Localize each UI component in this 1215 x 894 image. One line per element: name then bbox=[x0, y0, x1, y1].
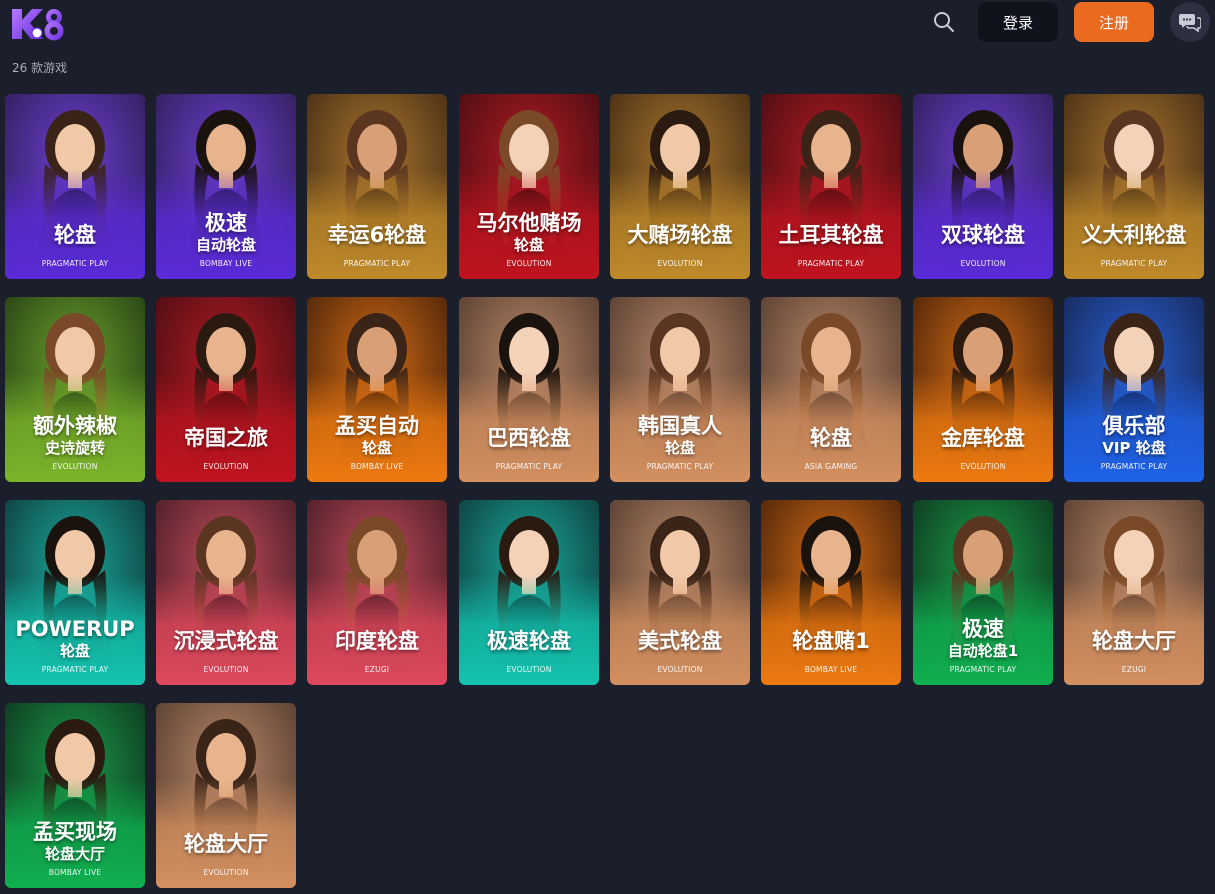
game-card[interactable]: 金库轮盘 EVOLUTION bbox=[913, 297, 1053, 482]
game-title: 轮盘大厅 bbox=[1092, 629, 1176, 653]
game-card[interactable]: 极速轮盘 EVOLUTION bbox=[459, 500, 599, 685]
game-title: POWERUP bbox=[15, 617, 135, 641]
game-card[interactable]: 轮盘大厅 EVOLUTION bbox=[156, 703, 296, 888]
game-provider: BOMBAY LIVE bbox=[804, 665, 858, 674]
game-provider: PRAGMATIC PLAY bbox=[41, 259, 109, 268]
game-provider: BOMBAY LIVE bbox=[48, 868, 102, 877]
chat-icon bbox=[1179, 14, 1201, 32]
game-card[interactable]: 孟买自动 轮盘 BOMBAY LIVE bbox=[307, 297, 447, 482]
register-button[interactable]: 注册 bbox=[1074, 2, 1154, 42]
game-card[interactable]: 巴西轮盘 PRAGMATIC PLAY bbox=[459, 297, 599, 482]
game-card[interactable]: 极速 自动轮盘1 PRAGMATIC PLAY bbox=[913, 500, 1053, 685]
game-provider: EVOLUTION bbox=[203, 665, 249, 674]
game-card[interactable]: 马尔他赌场 轮盘 EVOLUTION bbox=[459, 94, 599, 279]
game-count: 26 款游戏 bbox=[12, 61, 68, 75]
game-provider: PRAGMATIC PLAY bbox=[495, 462, 563, 471]
game-card[interactable]: 沉浸式轮盘 EVOLUTION bbox=[156, 500, 296, 685]
game-provider: PRAGMATIC PLAY bbox=[41, 665, 109, 674]
game-title: 土耳其轮盘 bbox=[778, 223, 884, 247]
game-provider: BOMBAY LIVE bbox=[350, 462, 404, 471]
game-title: 韩国真人 bbox=[638, 414, 722, 438]
game-provider: EVOLUTION bbox=[960, 462, 1006, 471]
game-subtitle: 轮盘 bbox=[59, 642, 90, 660]
game-title: 孟买自动 bbox=[335, 414, 419, 438]
game-provider: PRAGMATIC PLAY bbox=[797, 259, 865, 268]
game-provider: PRAGMATIC PLAY bbox=[949, 665, 1017, 674]
game-card[interactable]: 轮盘大厅 EZUGI bbox=[1064, 500, 1204, 685]
game-subtitle: 轮盘 bbox=[361, 439, 392, 457]
game-title: 轮盘赌1 bbox=[792, 629, 870, 653]
game-provider: PRAGMATIC PLAY bbox=[646, 462, 714, 471]
game-card[interactable]: 双球轮盘 EVOLUTION bbox=[913, 94, 1053, 279]
search-button[interactable] bbox=[930, 8, 958, 36]
k8-logo[interactable] bbox=[10, 5, 68, 43]
game-card[interactable]: 轮盘 ASIA GAMING bbox=[761, 297, 901, 482]
game-provider: EVOLUTION bbox=[657, 259, 703, 268]
game-title: 义大利轮盘 bbox=[1081, 223, 1187, 247]
game-card[interactable]: 孟买现场 轮盘大厅 BOMBAY LIVE bbox=[5, 703, 145, 888]
game-provider: EVOLUTION bbox=[960, 259, 1006, 268]
game-card[interactable]: 俱乐部 VIP 轮盘 PRAGMATIC PLAY bbox=[1064, 297, 1204, 482]
game-title: 帝国之旅 bbox=[184, 426, 268, 450]
game-provider: BOMBAY LIVE bbox=[199, 259, 253, 268]
game-title: 孟买现场 bbox=[33, 820, 117, 844]
game-title: 俱乐部 bbox=[1102, 414, 1166, 438]
game-provider: EZUGI bbox=[1121, 665, 1147, 674]
search-icon bbox=[934, 12, 954, 32]
game-subtitle: 自动轮盘 bbox=[195, 236, 256, 254]
game-title: 大赌场轮盘 bbox=[627, 223, 733, 247]
game-card[interactable]: 轮盘赌1 BOMBAY LIVE bbox=[761, 500, 901, 685]
game-card[interactable]: 美式轮盘 EVOLUTION bbox=[610, 500, 750, 685]
game-subtitle: 史诗旋转 bbox=[44, 439, 105, 457]
game-title: 轮盘大厅 bbox=[184, 832, 268, 856]
game-provider: EVOLUTION bbox=[52, 462, 98, 471]
game-provider: PRAGMATIC PLAY bbox=[343, 259, 411, 268]
game-provider: PRAGMATIC PLAY bbox=[1100, 462, 1168, 471]
game-card[interactable]: 大赌场轮盘 EVOLUTION bbox=[610, 94, 750, 279]
game-provider: ASIA GAMING bbox=[804, 462, 858, 471]
game-card[interactable]: 韩国真人 轮盘 PRAGMATIC PLAY bbox=[610, 297, 750, 482]
game-title: 印度轮盘 bbox=[335, 629, 419, 653]
game-provider: EZUGI bbox=[364, 665, 390, 674]
game-subtitle: 轮盘大厅 bbox=[44, 845, 105, 863]
game-provider: EVOLUTION bbox=[203, 462, 249, 471]
game-provider: EVOLUTION bbox=[506, 665, 552, 674]
game-card[interactable]: POWERUP 轮盘 PRAGMATIC PLAY bbox=[5, 500, 145, 685]
game-title: 轮盘 bbox=[810, 426, 852, 450]
game-title: 幸运6轮盘 bbox=[327, 223, 427, 247]
game-provider: EVOLUTION bbox=[657, 665, 703, 674]
game-card[interactable]: 义大利轮盘 PRAGMATIC PLAY bbox=[1064, 94, 1204, 279]
game-title: 巴西轮盘 bbox=[487, 426, 571, 450]
game-subtitle: 自动轮盘1 bbox=[947, 642, 1019, 660]
game-title: 双球轮盘 bbox=[941, 223, 1025, 247]
game-provider: EVOLUTION bbox=[506, 259, 552, 268]
game-card[interactable]: 帝国之旅 EVOLUTION bbox=[156, 297, 296, 482]
top-bar: 登录 注册 bbox=[0, 0, 1215, 52]
game-title: 极速 bbox=[962, 617, 1004, 641]
game-card[interactable]: 幸运6轮盘 PRAGMATIC PLAY bbox=[307, 94, 447, 279]
game-title: 轮盘 bbox=[54, 223, 96, 247]
game-title: 美式轮盘 bbox=[638, 629, 722, 653]
game-title: 极速轮盘 bbox=[487, 629, 571, 653]
chat-button[interactable] bbox=[1170, 2, 1210, 42]
game-card[interactable]: 轮盘 PRAGMATIC PLAY bbox=[5, 94, 145, 279]
game-title: 金库轮盘 bbox=[941, 426, 1025, 450]
game-provider: EVOLUTION bbox=[203, 868, 249, 877]
game-title: 极速 bbox=[205, 211, 247, 235]
login-button[interactable]: 登录 bbox=[978, 2, 1058, 42]
game-card[interactable]: 极速 自动轮盘 BOMBAY LIVE bbox=[156, 94, 296, 279]
game-title: 额外辣椒 bbox=[33, 414, 117, 438]
game-card[interactable]: 土耳其轮盘 PRAGMATIC PLAY bbox=[761, 94, 901, 279]
game-title: 马尔他赌场 bbox=[476, 211, 582, 235]
game-subtitle: 轮盘 bbox=[513, 236, 544, 254]
game-title: 沉浸式轮盘 bbox=[173, 629, 279, 653]
game-provider: PRAGMATIC PLAY bbox=[1100, 259, 1168, 268]
game-card[interactable]: 印度轮盘 EZUGI bbox=[307, 500, 447, 685]
game-subtitle: VIP 轮盘 bbox=[1102, 439, 1166, 457]
game-card[interactable]: 额外辣椒 史诗旋转 EVOLUTION bbox=[5, 297, 145, 482]
game-subtitle: 轮盘 bbox=[664, 439, 695, 457]
